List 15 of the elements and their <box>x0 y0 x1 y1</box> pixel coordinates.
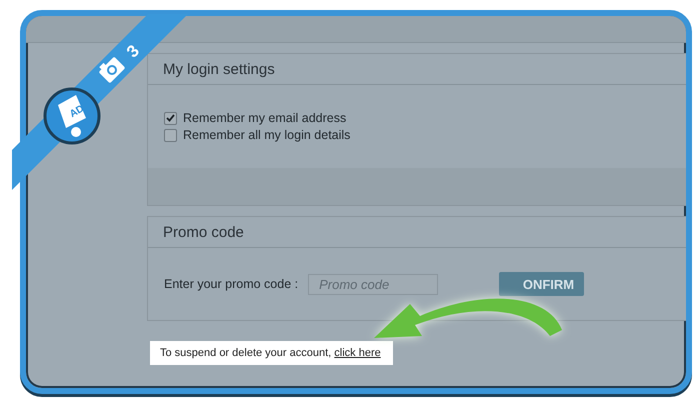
camera-icon <box>98 56 126 84</box>
check-icon <box>166 114 175 122</box>
promo-code-field[interactable]: Promo code <box>308 274 438 294</box>
logo-badge: AD <box>44 88 100 144</box>
checkbox-label: Remember all my login details <box>183 128 350 142</box>
panel-title: My login settings <box>148 54 686 85</box>
step-number: 3 <box>122 41 144 62</box>
panel-title: Promo code <box>148 217 686 248</box>
curved-arrow-icon <box>374 298 562 338</box>
account-note-text: To suspend or delete your account, <box>160 347 332 359</box>
checkbox-label: Remember my email address <box>183 111 346 125</box>
click-here-link[interactable]: click here <box>334 347 381 359</box>
checkbox[interactable] <box>164 128 177 142</box>
checkbox[interactable] <box>164 112 177 124</box>
promo-code-label: Enter your promo code : <box>164 277 298 291</box>
